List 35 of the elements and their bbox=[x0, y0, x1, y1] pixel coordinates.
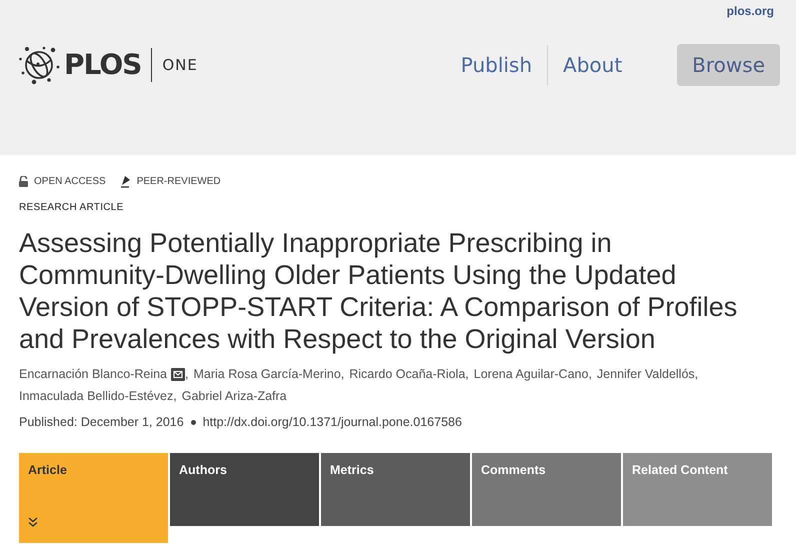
article-tab[interactable]: Authors bbox=[170, 453, 319, 526]
journal-name: ONE bbox=[162, 56, 198, 74]
article-type: RESEARCH ARTICLE bbox=[19, 202, 125, 213]
separator-comma: , bbox=[340, 366, 344, 383]
pen-nib-icon bbox=[120, 174, 131, 188]
author-link[interactable]: Gabriel Ariza-Zafra bbox=[182, 385, 287, 407]
separator-comma: , bbox=[185, 366, 188, 383]
article-title: Assessing Potentially Inappropriate Prescribing in Community-Dwelling Older Patients Using the Updated Version of STOPP-START Criteria: A Comparison of Profiles and Prevalences with Respect to the Original Version bbox=[19, 227, 738, 355]
mail-icon[interactable] bbox=[171, 368, 186, 380]
nav-link[interactable]: Publish bbox=[446, 44, 548, 86]
badge-label: OPEN ACCESS bbox=[34, 176, 106, 186]
author-link[interactable]: Jennifer Valdellós bbox=[596, 363, 695, 385]
lock-icon bbox=[19, 176, 28, 186]
separator-comma: , bbox=[588, 366, 592, 383]
article-tab[interactable]: Article bbox=[19, 453, 168, 543]
bullet-icon bbox=[190, 420, 196, 424]
globe-logo-icon bbox=[18, 45, 62, 85]
badge-label: PEER-REVIEWED bbox=[136, 176, 221, 186]
separator-comma: , bbox=[465, 366, 469, 383]
double-chevron-icon bbox=[28, 517, 38, 527]
author-link[interactable]: Maria Rosa García-Merino bbox=[194, 363, 341, 385]
article-tab[interactable]: Comments bbox=[472, 453, 621, 526]
separator-comma: , bbox=[173, 388, 177, 405]
article-tab[interactable]: Metrics bbox=[321, 453, 470, 526]
separator-comma: , bbox=[694, 366, 698, 383]
author-link[interactable]: Encarnación Blanco-Reina bbox=[19, 363, 168, 385]
site-link[interactable]: plos.org bbox=[726, 3, 774, 22]
doi-link[interactable]: http://dx.doi.org/10.1371/journal.pone.0167586 bbox=[202, 415, 462, 429]
author-link[interactable]: Ricardo Ocaña-Riola bbox=[349, 363, 466, 385]
logo-wordmark: PLOS bbox=[64, 48, 152, 82]
nav-link[interactable]: About bbox=[548, 44, 638, 86]
nav-link[interactable]: Browse bbox=[677, 44, 780, 86]
author-link[interactable]: Lorena Aguilar-Cano bbox=[474, 363, 588, 385]
author-link[interactable]: Inmaculada Bellido-Estévez bbox=[19, 385, 174, 407]
publish-date: Published: December 1, 2016 bbox=[19, 415, 184, 429]
